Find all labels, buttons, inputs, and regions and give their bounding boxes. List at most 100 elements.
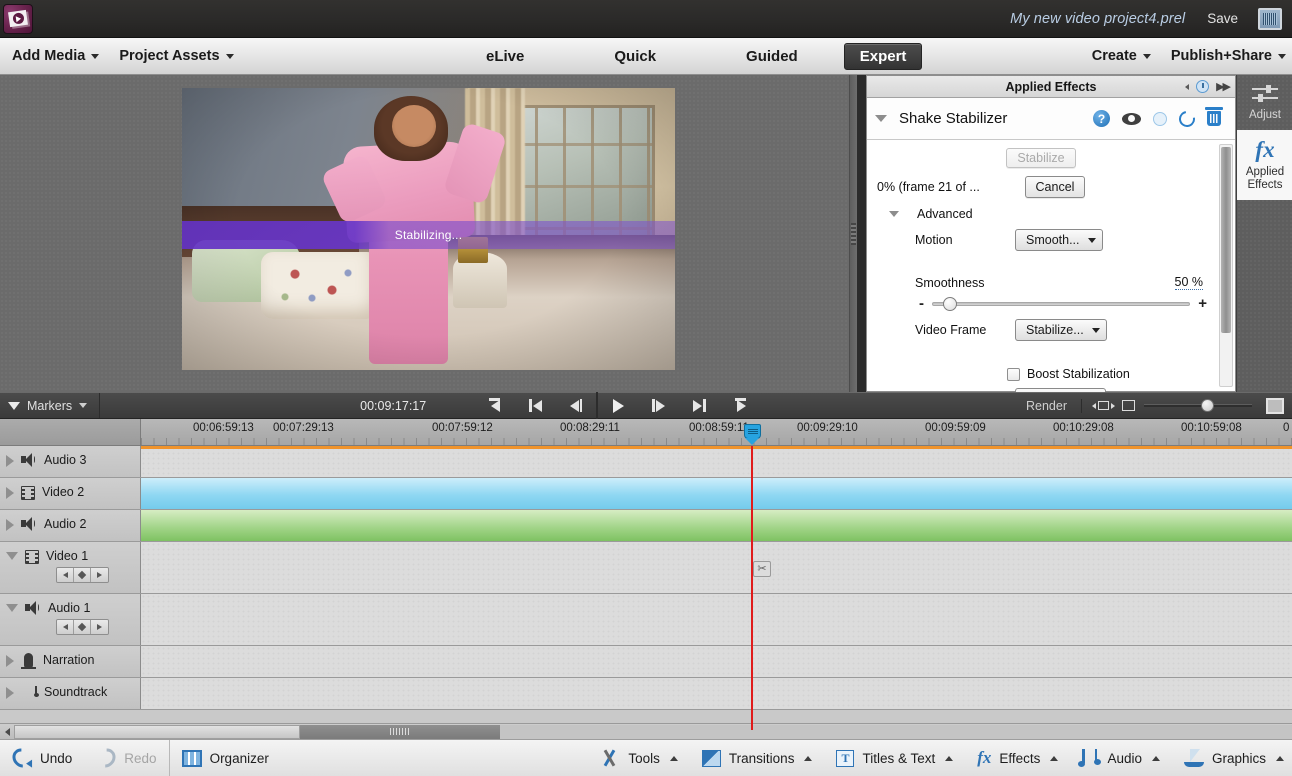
step-back-icon[interactable] xyxy=(556,392,598,419)
help-icon[interactable]: ? xyxy=(1093,110,1110,127)
speaker-icon[interactable] xyxy=(25,601,41,615)
track-nav-buttons[interactable] xyxy=(56,619,109,635)
undo-button[interactable]: Undo xyxy=(0,740,84,776)
clock-icon[interactable] xyxy=(1196,80,1210,93)
playhead-handle[interactable] xyxy=(744,424,761,439)
panel-resize-handle[interactable] xyxy=(849,75,857,392)
track-lane[interactable] xyxy=(141,446,1292,477)
max-zoom-icon[interactable] xyxy=(1266,397,1284,414)
track-lane[interactable] xyxy=(141,594,1292,645)
sidebar-item-adjust[interactable]: Adjust xyxy=(1237,75,1292,130)
effects-panel-scrollbar[interactable] xyxy=(1219,144,1233,387)
menu-publish-share[interactable]: Publish+Share xyxy=(1161,48,1292,64)
speaker-icon[interactable] xyxy=(21,517,37,531)
cancel-button[interactable]: Cancel xyxy=(1025,176,1085,198)
step-forward-fast-icon[interactable] xyxy=(679,392,720,419)
audio-clip[interactable] xyxy=(141,510,1292,541)
scrollbar-thumb[interactable] xyxy=(1221,147,1231,333)
transitions-button[interactable]: Transitions xyxy=(690,740,825,776)
smoothness-slider[interactable]: - + xyxy=(867,296,1215,311)
nav-prev-button[interactable] xyxy=(57,620,74,634)
tab-quick[interactable]: Quick xyxy=(598,43,672,70)
sidebar-item-applied-effects[interactable]: fx Applied Effects xyxy=(1237,130,1292,200)
speaker-icon[interactable] xyxy=(21,453,37,467)
titles-text-button[interactable]: T Titles & Text xyxy=(824,740,965,776)
save-button[interactable]: Save xyxy=(1207,11,1238,26)
step-back-fast-icon[interactable] xyxy=(515,392,556,419)
track-row-video-2[interactable]: Video 2 xyxy=(0,478,1292,510)
track-row-audio-2[interactable]: Audio 2 xyxy=(0,510,1292,542)
timeline-horizontal-scrollbar[interactable] xyxy=(0,723,1292,739)
decrease-icon[interactable]: - xyxy=(919,296,924,311)
eye-icon[interactable] xyxy=(1122,112,1141,125)
zoom-slider-knob[interactable] xyxy=(1201,399,1215,412)
scrollbar-thumb[interactable] xyxy=(300,724,500,739)
chevron-down-icon[interactable] xyxy=(875,115,887,122)
redo-button[interactable]: Redo xyxy=(84,740,168,776)
track-row-narration[interactable]: Narration xyxy=(0,646,1292,678)
tab-elive[interactable]: eLive xyxy=(470,43,540,70)
scrollbar-thumb-left[interactable] xyxy=(14,724,300,739)
video-preview[interactable]: Stabilizing... xyxy=(182,88,675,370)
clip-cut-marker[interactable]: ✂ xyxy=(753,561,771,577)
go-to-in-point-icon[interactable] xyxy=(474,392,515,419)
microphone-icon[interactable] xyxy=(21,653,36,669)
film-icon[interactable] xyxy=(25,550,39,564)
menu-add-media[interactable]: Add Media xyxy=(2,48,109,64)
effects-button[interactable]: fx Effects xyxy=(965,740,1070,776)
render-button[interactable]: Render xyxy=(1026,398,1082,413)
step-forward-icon[interactable] xyxy=(638,392,679,419)
stabilize-button[interactable]: Stabilize xyxy=(1006,148,1076,168)
track-lane[interactable] xyxy=(141,646,1292,677)
graphics-button[interactable]: Graphics xyxy=(1172,740,1292,776)
current-timecode[interactable]: 00:09:17:17 xyxy=(360,399,426,413)
video-clip[interactable] xyxy=(141,478,1292,509)
tools-button[interactable]: Tools xyxy=(588,740,690,776)
nav-keyframe-button[interactable] xyxy=(74,568,91,582)
track-nav-buttons[interactable] xyxy=(56,567,109,583)
track-row-audio-1[interactable]: Audio 1 xyxy=(0,594,1292,646)
audio-button[interactable]: Audio xyxy=(1070,740,1172,776)
expand-triangle-icon[interactable] xyxy=(6,519,14,531)
track-lane[interactable] xyxy=(141,678,1292,709)
expand-triangle-icon[interactable] xyxy=(6,455,14,467)
nav-next-button[interactable] xyxy=(91,568,108,582)
organizer-button[interactable]: Organizer xyxy=(168,740,281,776)
collapse-arrow-icon[interactable] xyxy=(1185,83,1190,90)
track-row-video-1[interactable]: Video 1 ✂ xyxy=(0,542,1292,594)
collapse-triangle-icon[interactable] xyxy=(6,552,18,566)
motion-dropdown[interactable]: Smooth... xyxy=(1015,229,1103,251)
expand-triangle-icon[interactable] xyxy=(6,655,14,667)
track-row-audio-3[interactable]: Audio 3 xyxy=(0,446,1292,478)
track-lane[interactable]: ✂ xyxy=(141,542,1292,593)
trash-icon[interactable] xyxy=(1205,107,1223,126)
nav-next-button[interactable] xyxy=(91,620,108,634)
zoom-slider[interactable] xyxy=(1144,399,1252,412)
play-icon[interactable] xyxy=(597,392,638,419)
fit-to-window-icon[interactable] xyxy=(1092,401,1115,410)
menu-project-assets[interactable]: Project Assets xyxy=(109,48,243,64)
frame-icon[interactable] xyxy=(1122,400,1135,411)
reset-icon[interactable] xyxy=(1175,107,1199,130)
video-frame-dropdown[interactable]: Stabilize... xyxy=(1015,319,1107,341)
menu-create[interactable]: Create xyxy=(1082,48,1161,64)
nav-keyframe-button[interactable] xyxy=(74,620,91,634)
slider-knob[interactable] xyxy=(943,296,958,311)
film-icon[interactable] xyxy=(21,486,35,500)
nav-prev-button[interactable] xyxy=(57,568,74,582)
expand-triangle-icon[interactable] xyxy=(6,487,14,499)
boost-stabilization-checkbox[interactable] xyxy=(1007,367,1020,381)
tab-guided[interactable]: Guided xyxy=(730,43,814,70)
go-to-out-point-icon[interactable] xyxy=(720,392,761,419)
expand-triangle-icon[interactable] xyxy=(6,687,14,699)
markers-menu[interactable]: Markers xyxy=(0,393,101,418)
screen-icon[interactable] xyxy=(1258,7,1282,30)
increase-icon[interactable]: + xyxy=(1198,296,1207,311)
stopwatch-icon[interactable] xyxy=(1153,111,1167,126)
track-row-soundtrack[interactable]: Soundtrack xyxy=(0,678,1292,710)
advanced-section-toggle[interactable]: Advanced xyxy=(867,207,1215,221)
scroll-left-icon[interactable] xyxy=(0,725,14,739)
tab-expert[interactable]: Expert xyxy=(843,42,923,70)
slider-track[interactable] xyxy=(932,296,1191,311)
time-ruler[interactable]: 00:06:59:13 00:07:29:13 00:07:59:12 00:0… xyxy=(0,419,1292,446)
